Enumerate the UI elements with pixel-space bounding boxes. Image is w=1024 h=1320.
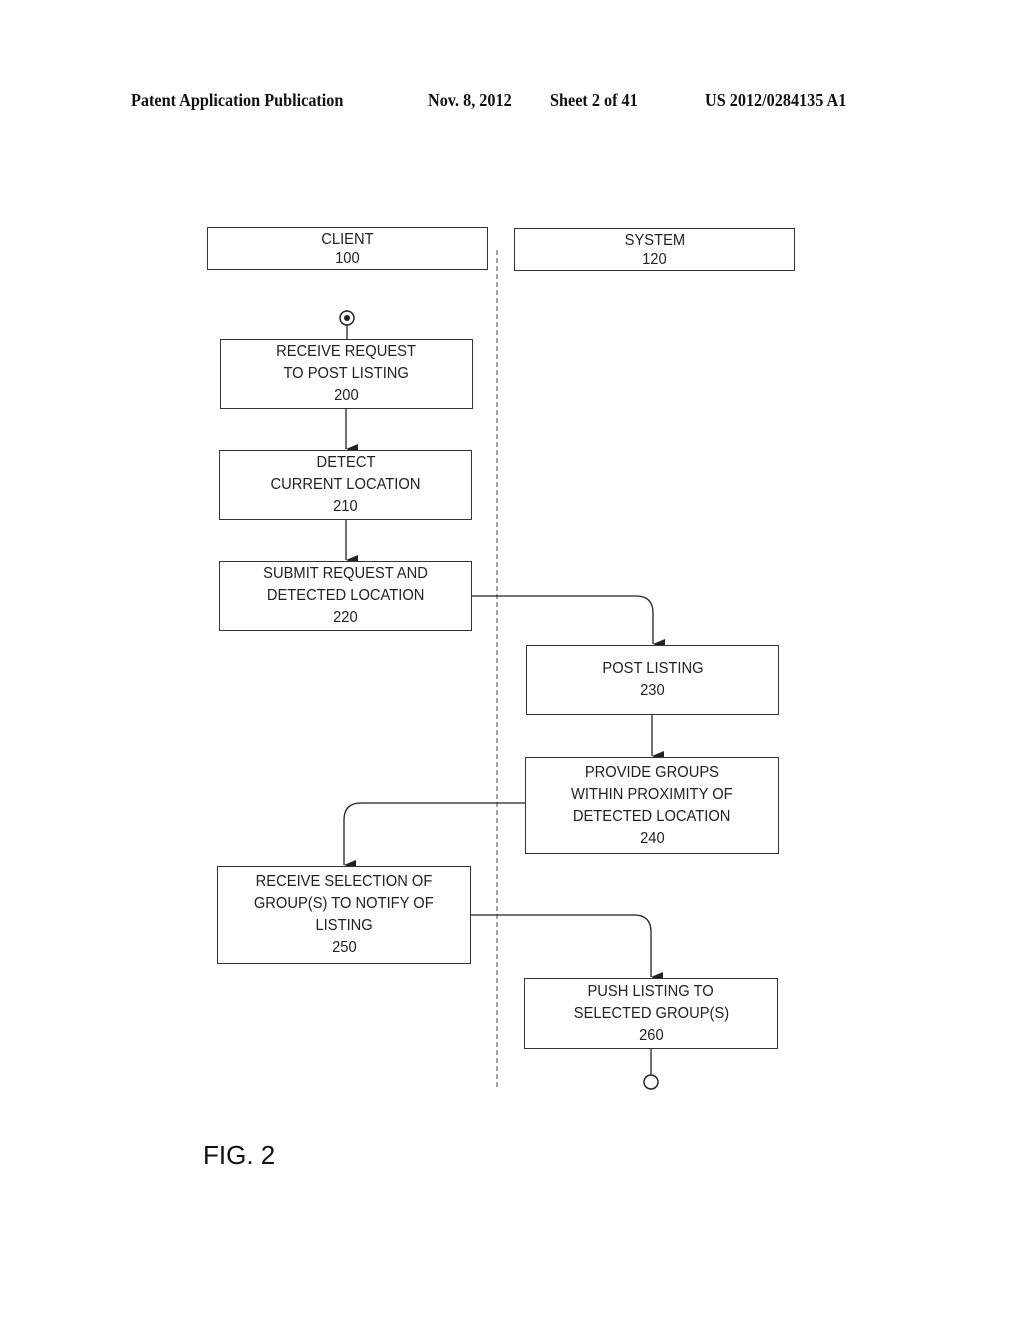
step-250: RECEIVE SELECTION OF GROUP(S) TO NOTIFY … (217, 866, 471, 964)
step-text: SELECTED GROUP(S) (573, 1004, 729, 1022)
step-ref: 220 (333, 609, 358, 626)
step-210: DETECT CURRENT LOCATION 210 (219, 450, 472, 520)
flow-connectors (339, 250, 665, 1090)
step-text: POST LISTING (601, 660, 704, 677)
lane-header-client: CLIENT 100 (207, 227, 488, 270)
step-ref: 240 (639, 829, 665, 847)
lane-title: SYSTEM (624, 231, 685, 249)
end-node (643, 1074, 659, 1090)
lane-title: CLIENT (321, 230, 374, 248)
step-ref: 210 (333, 498, 358, 515)
step-ref: 260 (638, 1026, 664, 1044)
step-text: PUSH LISTING TO (587, 982, 715, 1000)
step-text: GROUP(S) TO NOTIFY OF (254, 895, 434, 912)
step-text: LISTING (315, 917, 373, 934)
step-text: DETECTED LOCATION (573, 807, 731, 825)
step-240: PROVIDE GROUPS WITHIN PROXIMITY OF DETEC… (525, 757, 779, 854)
step-text: DETECT (316, 454, 375, 471)
lane-ref: 120 (642, 250, 667, 268)
connector-240-250 (343, 802, 525, 870)
step-260: PUSH LISTING TO SELECTED GROUP(S) 260 (524, 978, 778, 1049)
step-text: CURRENT LOCATION (270, 476, 421, 493)
step-230: POST LISTING 230 (526, 645, 779, 715)
lane-header-system: SYSTEM 120 (514, 228, 795, 271)
connector-220-230 (471, 595, 665, 649)
step-text: DETECTED LOCATION (266, 587, 425, 604)
lane-ref: 100 (335, 249, 360, 267)
step-200: RECEIVE REQUEST TO POST LISTING 200 (220, 339, 473, 409)
step-ref: 250 (331, 939, 357, 956)
step-text: PROVIDE GROUPS (584, 763, 720, 781)
step-text: WITHIN PROXIMITY OF (571, 785, 733, 803)
step-text: TO POST LISTING (283, 365, 410, 382)
figure-label: FIG. 2 (203, 1140, 276, 1170)
step-220: SUBMIT REQUEST AND DETECTED LOCATION 220 (219, 561, 472, 631)
step-ref: 230 (640, 682, 665, 699)
step-text: RECEIVE REQUEST (276, 343, 417, 360)
start-node-dot (344, 315, 350, 321)
step-text: SUBMIT REQUEST AND (263, 565, 428, 582)
step-ref: 200 (334, 387, 359, 404)
step-text: RECEIVE SELECTION OF (255, 873, 433, 890)
